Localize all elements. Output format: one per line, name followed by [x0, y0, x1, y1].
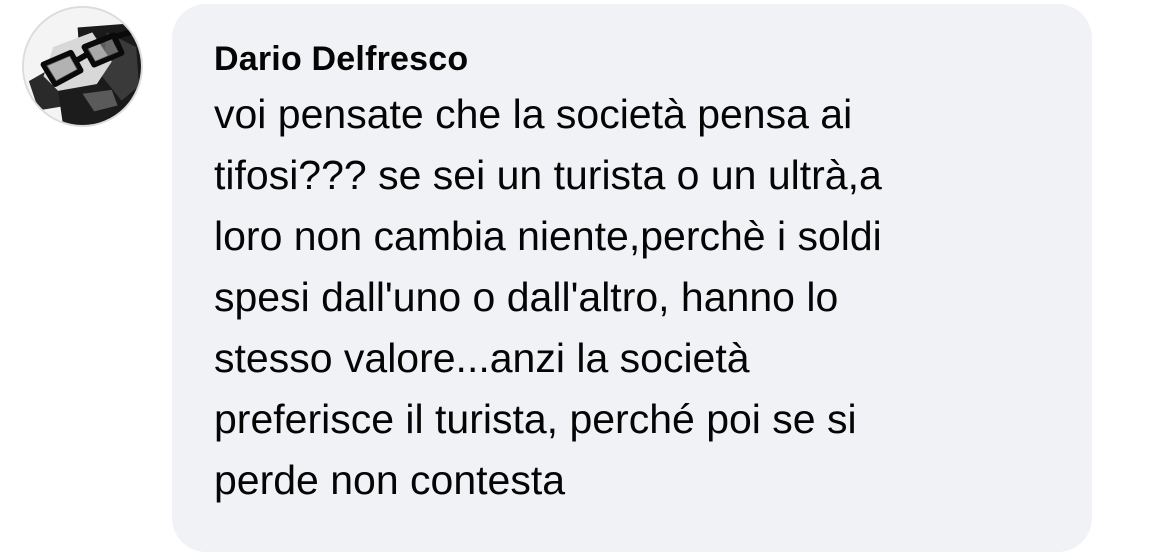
user-photo-avatar-icon — [24, 8, 141, 125]
comment-text-line: stesso valore...anzi la società — [214, 335, 750, 381]
avatar[interactable] — [22, 6, 143, 127]
comment-text-line: preferisce il turista, perché poi se si — [214, 396, 857, 442]
comment-bubble[interactable]: Dario Delfresco voi pensate che la socie… — [172, 4, 1092, 552]
comment-text-line: perde non contesta — [214, 457, 566, 503]
comment: Dario Delfresco voi pensate che la socie… — [0, 0, 1170, 560]
comment-text-line: voi pensate che la società pensa ai — [214, 91, 853, 137]
comment-text-line: spesi dall'uno o dall'altro, hanno lo — [214, 274, 839, 320]
comment-text-line: loro non cambia niente,perchè i soldi — [214, 213, 882, 259]
comment-author-name[interactable]: Dario Delfresco — [214, 34, 1052, 84]
comment-text-line: tifosi??? se sei un turista o un ultrà,a — [214, 152, 882, 198]
comment-text: voi pensate che la società pensa ai tifo… — [214, 84, 1052, 511]
